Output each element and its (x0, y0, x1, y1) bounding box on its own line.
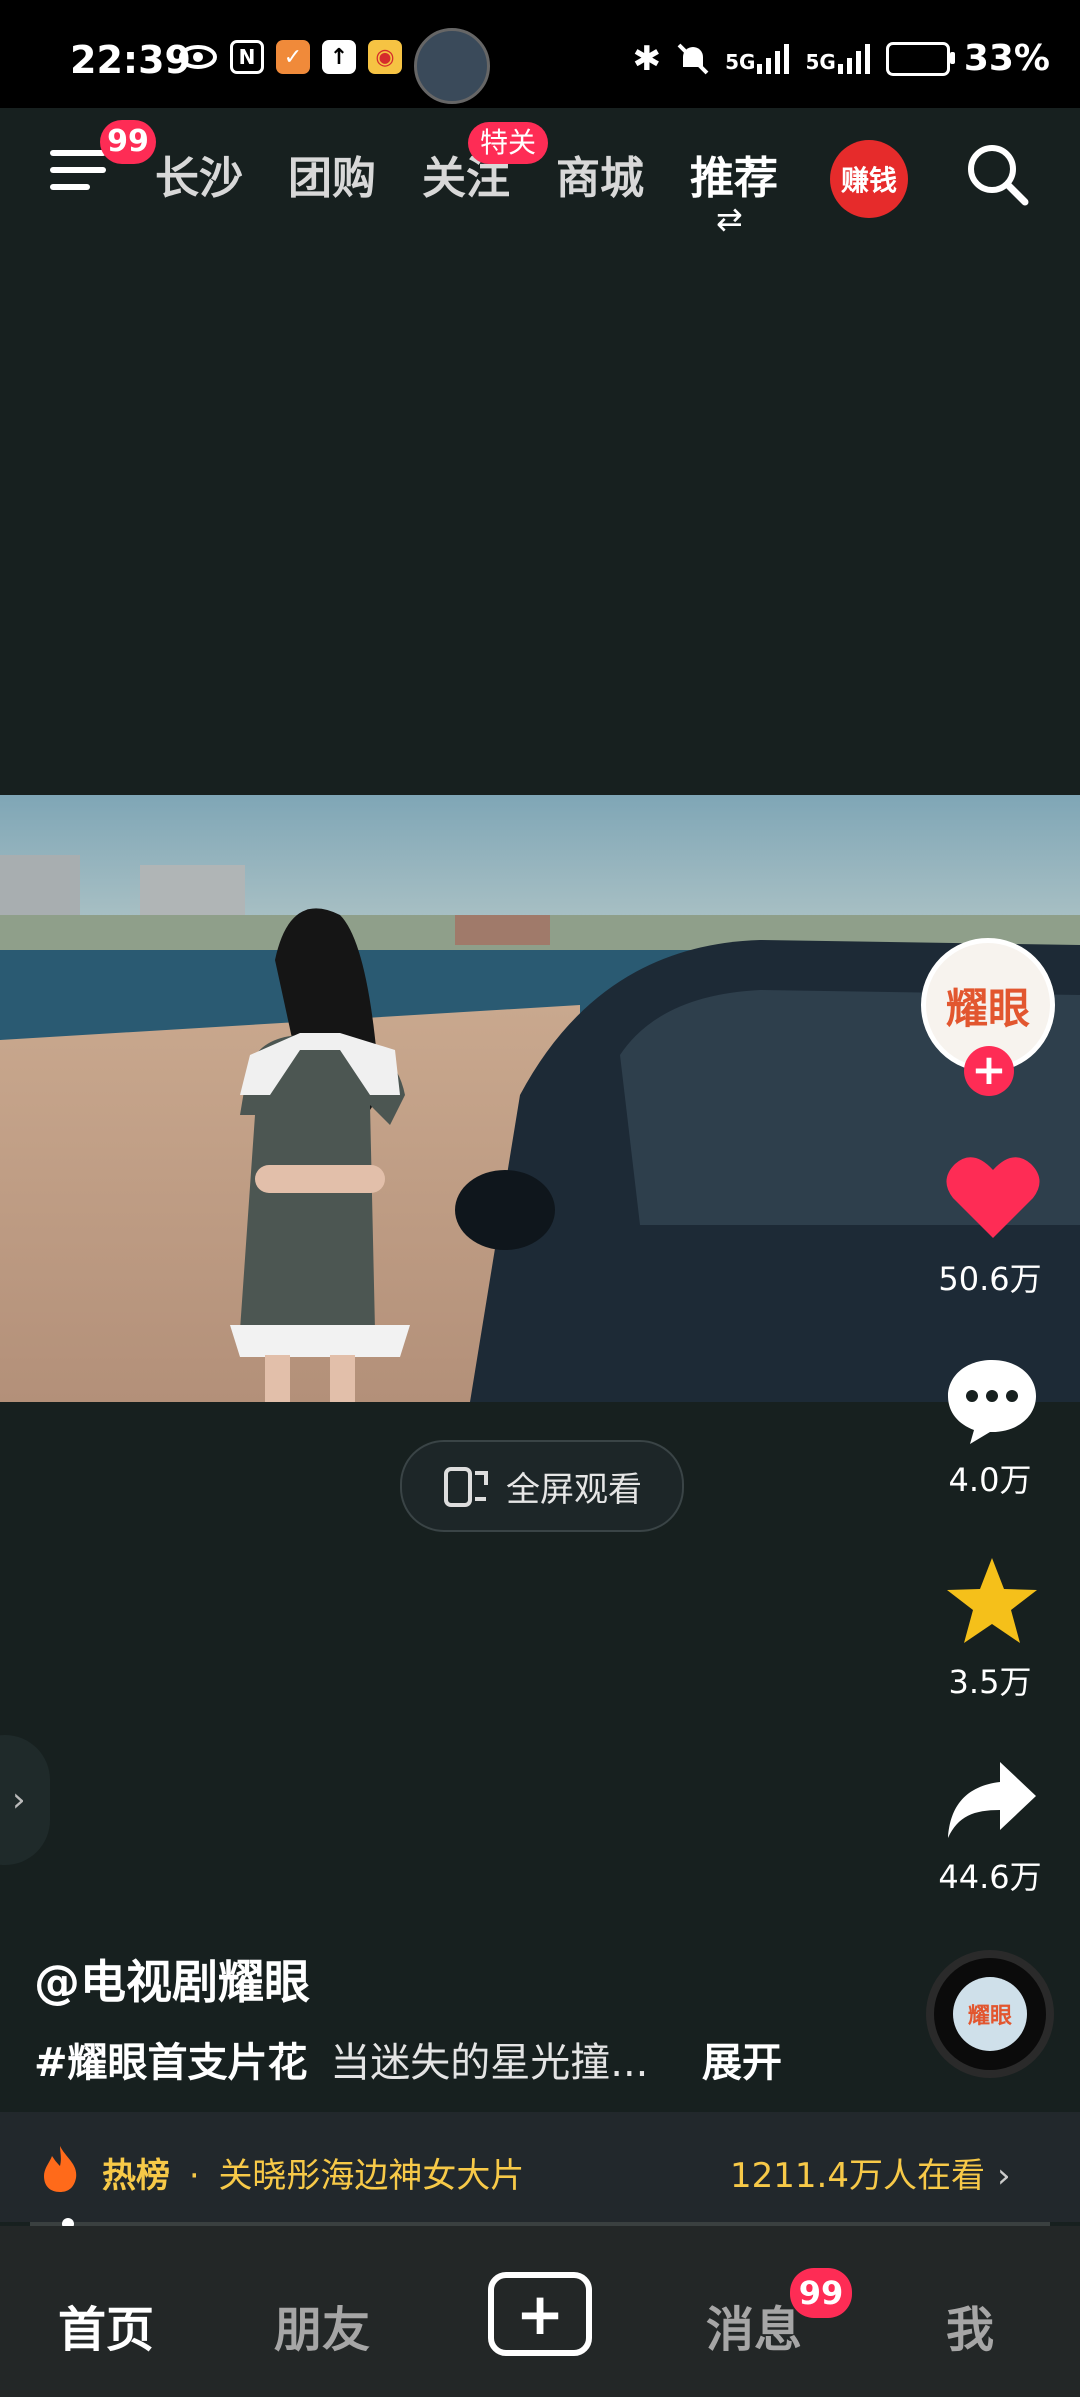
tab-group-buy[interactable]: 团购 (288, 142, 376, 206)
hot-list-label: 热榜 (102, 2156, 170, 2196)
fullscreen-button[interactable]: 全屏观看 (400, 1440, 684, 1532)
tab-messages[interactable]: 消息 (706, 2290, 802, 2360)
fullscreen-label: 全屏观看 (506, 1469, 642, 1510)
share-arrow-icon[interactable] (944, 1758, 1040, 1842)
hot-list-text: 热榜 · 关晓彤海边神女大片 (102, 2148, 524, 2197)
create-button[interactable]: + (488, 2272, 592, 2356)
music-disc-logo: 耀眼 (967, 2004, 1012, 2029)
tab-recommend[interactable]: 推荐 (690, 142, 778, 206)
chevron-right-icon: › (996, 2156, 1011, 2196)
comment-count: 4.0万 (948, 1461, 1032, 1499)
status-time: 22:39 (70, 38, 191, 82)
video-scene (0, 795, 1080, 1402)
expand-button[interactable]: 展开 (702, 2030, 782, 2088)
caption-line: #耀眼首支片花 当迷失的星光撞... (34, 2030, 648, 2088)
search-icon[interactable] (965, 142, 1031, 208)
menu-icon[interactable] (50, 150, 106, 198)
eye-icon (179, 45, 217, 69)
plus-icon: + (515, 2280, 565, 2348)
favorite-count: 3.5万 (948, 1663, 1032, 1701)
like-count: 50.6万 (938, 1260, 1042, 1298)
comment-icon[interactable] (944, 1356, 1040, 1446)
like-heart-icon[interactable] (943, 1150, 1043, 1242)
hot-list-viewers: 1211.4万人在看 › (730, 2156, 1011, 2196)
floating-app-icon[interactable] (414, 28, 490, 104)
music-disc[interactable]: 耀眼 (926, 1950, 1054, 2078)
tab-mall[interactable]: 商城 (556, 142, 644, 206)
switch-arrows-icon[interactable]: ⇄ (716, 200, 743, 238)
bluetooth-icon: ✱ (632, 38, 662, 79)
video-frame[interactable] (0, 795, 1080, 1402)
status-system-icons: ✱ 5G 5G 33% (633, 38, 1050, 79)
avatar-logo-text: 耀眼 (945, 983, 1030, 1033)
weibo-icon: ◉ (368, 40, 402, 74)
battery-percent: 33% (963, 38, 1050, 79)
status-notification-icons: N ✓ ↑ ◉ (178, 40, 402, 74)
app-notification-icon: ✓ (276, 40, 310, 74)
hot-list-title: 关晓彤海边神女大片 (218, 2156, 525, 2196)
caption-text: 当迷失的星光撞... (330, 2040, 649, 2086)
mute-icon (677, 43, 709, 74)
author-name[interactable]: @电视剧耀眼 (34, 1946, 310, 2012)
caption-hashtag[interactable]: #耀眼首支片花 (34, 2040, 308, 2086)
tab-me[interactable]: 我 (946, 2290, 994, 2360)
messages-badge: 99 (790, 2268, 852, 2318)
hot-list-separator: · (188, 2156, 200, 2196)
nfc-icon: N (230, 40, 264, 74)
follow-plus-button[interactable]: + (964, 1046, 1014, 1096)
favorite-star-icon[interactable] (944, 1555, 1040, 1647)
signal-1-icon: 5G (725, 43, 791, 74)
tab-home[interactable]: 首页 (58, 2290, 154, 2360)
music-disc-cover: 耀眼 (953, 1977, 1027, 2051)
fire-icon (44, 2146, 77, 2192)
fullscreen-rotate-icon (444, 1467, 488, 1507)
upload-icon: ↑ (322, 40, 356, 74)
special-follow-badge: 特关 (468, 122, 548, 164)
share-count: 44.6万 (938, 1858, 1042, 1896)
tab-friends[interactable]: 朋友 (274, 2290, 370, 2360)
menu-badge: 99 (100, 120, 156, 164)
battery-icon (885, 41, 955, 76)
earn-money-button[interactable]: 赚钱 (830, 140, 908, 218)
signal-2-icon: 5G (805, 43, 871, 74)
chevron-right-icon: › (12, 1780, 26, 1820)
tab-changsha[interactable]: 长沙 (155, 142, 243, 206)
